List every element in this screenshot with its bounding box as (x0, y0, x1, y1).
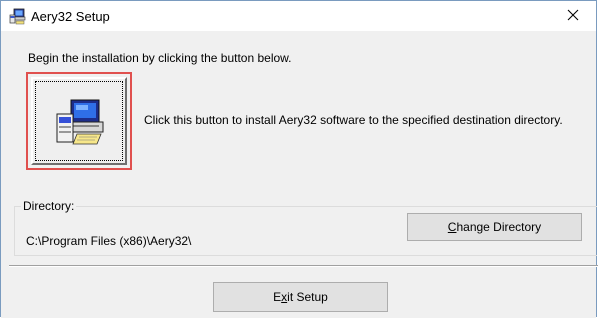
install-button[interactable] (31, 77, 127, 165)
separator-line (9, 265, 598, 267)
close-button[interactable] (550, 1, 596, 31)
change-directory-button[interactable]: Change Directory (407, 213, 582, 241)
change-directory-mnemonic: C (447, 220, 457, 234)
exit-label-rest: it Setup (287, 290, 328, 304)
install-description: Click this button to install Aery32 soft… (144, 113, 563, 127)
change-directory-label: hange Directory (456, 220, 542, 234)
close-icon (567, 9, 579, 24)
exit-label-prefix: E (273, 290, 282, 304)
install-button-highlight (26, 72, 132, 170)
intro-text: Begin the installation by clicking the b… (28, 51, 292, 65)
directory-path: C:\Program Files (x86)\Aery32\ (26, 234, 192, 248)
title-bar: Aery32 Setup (1, 1, 596, 31)
directory-label: Directory: (21, 199, 77, 213)
dialog-client-area: Begin the installation by clicking the b… (1, 31, 598, 318)
exit-setup-button[interactable]: Ex it Setup (213, 282, 388, 312)
setup-window: Aery32 Setup Begin the installation by c… (0, 0, 598, 318)
setup-computer-icon (9, 8, 26, 25)
window-title: Aery32 Setup (31, 9, 110, 24)
